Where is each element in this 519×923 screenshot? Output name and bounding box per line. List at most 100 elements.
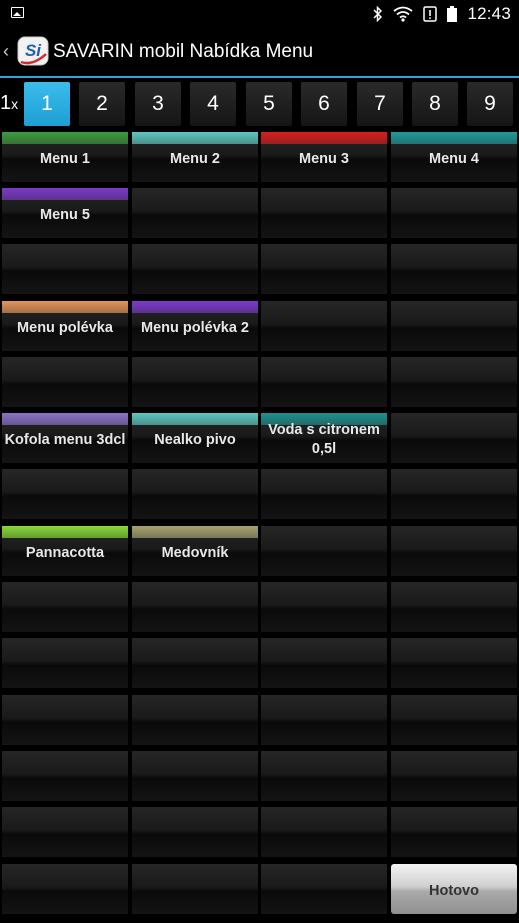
page-button-1[interactable]: 1 bbox=[24, 82, 70, 126]
empty-menu-slot[interactable] bbox=[261, 357, 387, 407]
empty-menu-slot[interactable] bbox=[132, 695, 258, 745]
menu-item-label: Menu polévka bbox=[17, 319, 113, 336]
action-bar-divider bbox=[0, 76, 519, 78]
menu-item-button[interactable]: Kofola menu 3dcl bbox=[2, 413, 128, 463]
quantity-value: 1 bbox=[0, 92, 12, 114]
menu-item-color-bar bbox=[2, 188, 128, 200]
empty-menu-slot[interactable] bbox=[391, 469, 517, 519]
empty-menu-slot[interactable] bbox=[2, 469, 128, 519]
empty-menu-slot[interactable] bbox=[132, 751, 258, 801]
menu-item-color-bar bbox=[2, 301, 128, 313]
empty-menu-slot[interactable] bbox=[391, 301, 517, 351]
empty-menu-slot[interactable] bbox=[2, 864, 128, 914]
menu-item-color-bar bbox=[132, 526, 258, 538]
menu-item-button[interactable]: Menu polévka bbox=[2, 301, 128, 351]
empty-menu-slot[interactable] bbox=[391, 638, 517, 688]
empty-menu-slot[interactable] bbox=[391, 188, 517, 238]
menu-item-label: Kofola menu 3dcl bbox=[4, 431, 126, 448]
menu-item-color-bar bbox=[132, 301, 258, 313]
empty-menu-slot[interactable] bbox=[132, 469, 258, 519]
page-title: SAVARIN mobil Nabídka Menu bbox=[53, 41, 314, 62]
page-button-8[interactable]: 8 bbox=[412, 82, 458, 126]
empty-menu-slot[interactable] bbox=[391, 526, 517, 576]
empty-menu-slot[interactable] bbox=[391, 244, 517, 294]
menu-item-button[interactable]: Menu 5 bbox=[2, 188, 128, 238]
bluetooth-icon bbox=[373, 6, 383, 22]
menu-item-label: Menu 1 bbox=[40, 150, 90, 167]
done-button[interactable]: Hotovo bbox=[391, 864, 517, 914]
menu-item-button[interactable]: Medovník bbox=[132, 526, 258, 576]
empty-menu-slot[interactable] bbox=[132, 807, 258, 857]
page-button-6[interactable]: 6 bbox=[301, 82, 347, 126]
menu-item-label: Menu 5 bbox=[40, 206, 90, 223]
menu-item-color-bar bbox=[391, 132, 517, 144]
empty-menu-slot[interactable] bbox=[132, 864, 258, 914]
menu-item-button[interactable]: Menu 4 bbox=[391, 132, 517, 182]
empty-menu-slot[interactable] bbox=[391, 695, 517, 745]
done-button-label: Hotovo bbox=[429, 882, 479, 899]
menu-item-label: Menu 3 bbox=[299, 150, 349, 167]
menu-item-label: Menu 2 bbox=[170, 150, 220, 167]
empty-menu-slot[interactable] bbox=[391, 357, 517, 407]
empty-menu-slot[interactable] bbox=[2, 638, 128, 688]
menu-item-button[interactable]: Voda s citronem 0,5l bbox=[261, 413, 387, 463]
menu-item-color-bar bbox=[261, 132, 387, 144]
menu-item-button[interactable]: Menu 2 bbox=[132, 132, 258, 182]
menu-item-button[interactable]: Menu polévka 2 bbox=[132, 301, 258, 351]
menu-item-color-bar bbox=[2, 526, 128, 538]
page-button-4[interactable]: 4 bbox=[190, 82, 236, 126]
page-button-9[interactable]: 9 bbox=[467, 82, 513, 126]
empty-menu-slot[interactable] bbox=[261, 695, 387, 745]
empty-menu-slot[interactable] bbox=[2, 357, 128, 407]
empty-menu-slot[interactable] bbox=[261, 188, 387, 238]
empty-menu-slot[interactable] bbox=[2, 582, 128, 632]
page-button-7[interactable]: 7 bbox=[357, 82, 403, 126]
menu-item-label: Menu polévka 2 bbox=[141, 319, 249, 336]
menu-item-label: Pannacotta bbox=[25, 544, 105, 561]
action-bar: ‹ Si SAVARIN mobil Nabídka Menu bbox=[0, 28, 519, 76]
page-button-2[interactable]: 2 bbox=[79, 82, 125, 126]
empty-menu-slot[interactable] bbox=[391, 751, 517, 801]
empty-menu-slot[interactable] bbox=[261, 469, 387, 519]
empty-menu-slot[interactable] bbox=[261, 751, 387, 801]
page-button-5[interactable]: 5 bbox=[246, 82, 292, 126]
empty-menu-slot[interactable] bbox=[391, 582, 517, 632]
empty-menu-slot[interactable] bbox=[261, 807, 387, 857]
menu-item-color-bar bbox=[2, 132, 128, 144]
menu-item-label: Menu 4 bbox=[429, 150, 479, 167]
empty-menu-slot[interactable] bbox=[261, 582, 387, 632]
menu-item-label: Nealko pivo bbox=[154, 431, 236, 448]
empty-menu-slot[interactable] bbox=[261, 526, 387, 576]
menu-item-label: Medovník bbox=[161, 544, 229, 561]
status-bar: 12:43 bbox=[0, 0, 519, 28]
menu-item-button[interactable]: Pannacotta bbox=[2, 526, 128, 576]
app-logo[interactable]: Si bbox=[17, 36, 49, 66]
page-button-3[interactable]: 3 bbox=[135, 82, 181, 126]
empty-menu-slot[interactable] bbox=[2, 244, 128, 294]
back-chevron-icon[interactable]: ‹ bbox=[3, 41, 9, 61]
empty-menu-slot[interactable] bbox=[132, 188, 258, 238]
empty-menu-slot[interactable] bbox=[261, 638, 387, 688]
empty-menu-slot[interactable] bbox=[2, 807, 128, 857]
empty-menu-slot[interactable] bbox=[391, 413, 517, 463]
empty-menu-slot[interactable] bbox=[391, 807, 517, 857]
quantity-suffix: x bbox=[11, 96, 19, 112]
empty-menu-slot[interactable] bbox=[132, 582, 258, 632]
empty-menu-slot[interactable] bbox=[261, 864, 387, 914]
empty-menu-slot[interactable] bbox=[2, 751, 128, 801]
empty-menu-slot[interactable] bbox=[261, 244, 387, 294]
alert-icon bbox=[423, 6, 438, 22]
menu-item-button[interactable]: Nealko pivo bbox=[132, 413, 258, 463]
status-icons: 12:43 bbox=[373, 0, 511, 28]
menu-item-button[interactable]: Menu 3 bbox=[261, 132, 387, 182]
empty-menu-slot[interactable] bbox=[261, 301, 387, 351]
menu-item-button[interactable]: Menu 1 bbox=[2, 132, 128, 182]
empty-menu-slot[interactable] bbox=[132, 638, 258, 688]
menu-item-color-bar bbox=[132, 132, 258, 144]
logo-text: Si bbox=[25, 41, 42, 60]
empty-menu-slot[interactable] bbox=[132, 357, 258, 407]
menu-item-label: Voda s citronem 0,5l bbox=[268, 422, 380, 457]
empty-menu-slot[interactable] bbox=[132, 244, 258, 294]
quantity-indicator[interactable]: 1x bbox=[0, 92, 18, 115]
empty-menu-slot[interactable] bbox=[2, 695, 128, 745]
